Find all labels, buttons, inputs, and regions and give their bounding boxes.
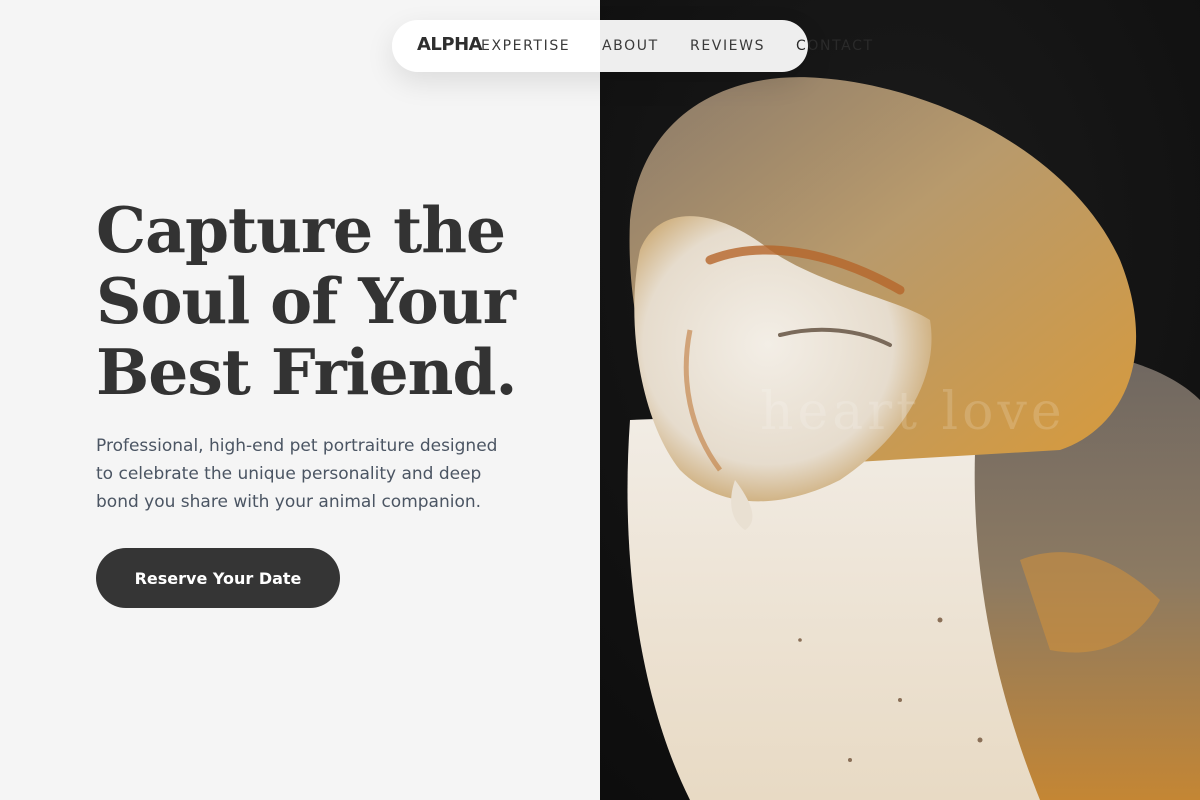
headline-line-3: Best Friend. xyxy=(96,335,517,409)
hero-subtitle: Professional, high-end pet portraiture d… xyxy=(96,436,498,512)
nav-link-expertise[interactable]: EXPERTISE xyxy=(481,37,570,55)
nav-link-reviews[interactable]: REVIEWS xyxy=(690,37,765,55)
headline-line-1: Capture the xyxy=(96,193,506,267)
nav-link-contact[interactable]: CONTACT xyxy=(796,37,874,55)
headline-line-2: Soul of Your xyxy=(96,264,516,338)
hero-headline: Capture the Soul of Your Best Friend. xyxy=(96,195,576,408)
reserve-date-button[interactable]: Reserve Your Date xyxy=(96,548,340,608)
nav-link-about[interactable]: ABOUT xyxy=(602,37,659,55)
image-watermark: heart love xyxy=(760,382,1066,442)
brand-logo[interactable]: ALPHA xyxy=(417,33,483,57)
